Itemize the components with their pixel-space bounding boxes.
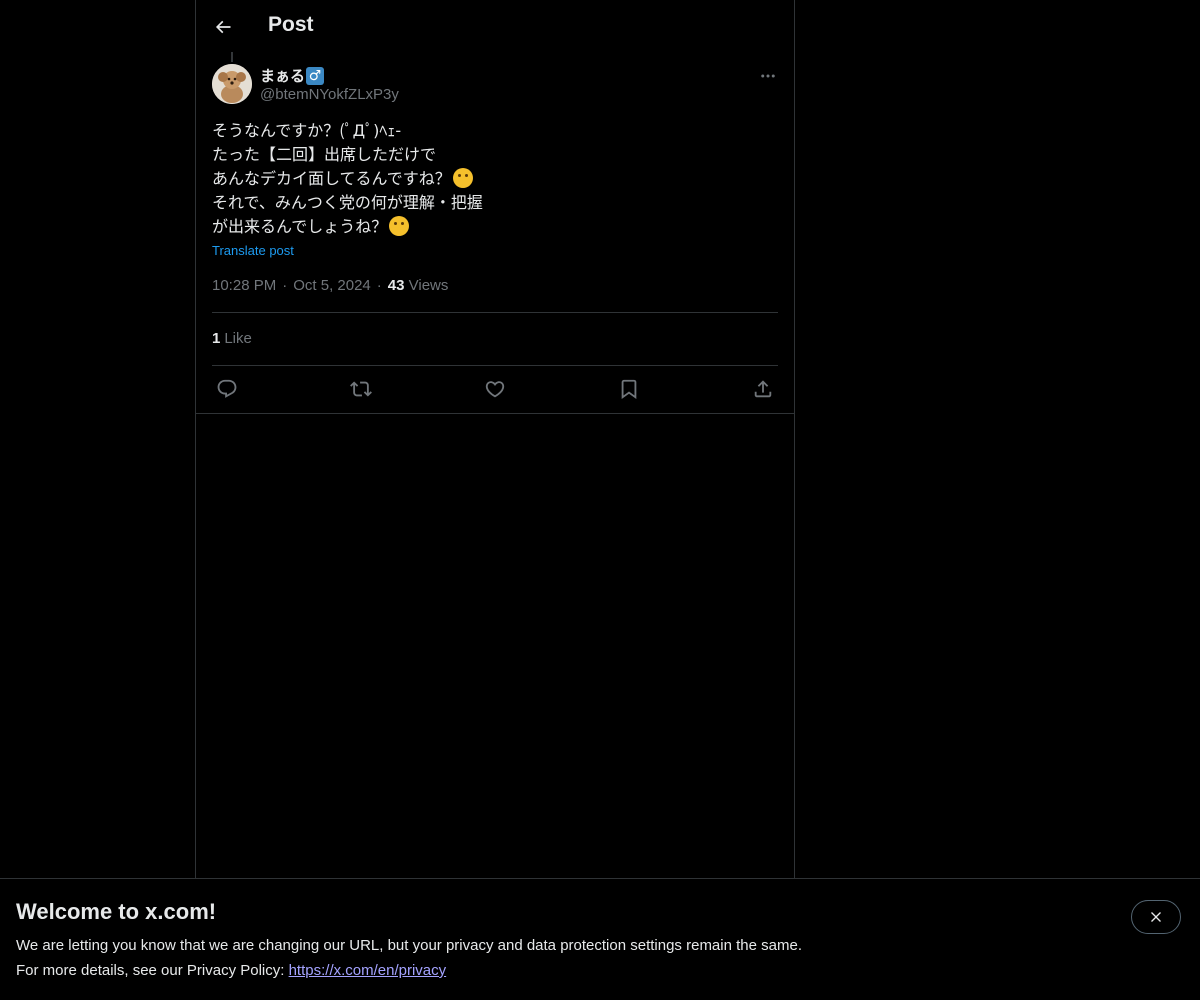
like-icon [485,381,505,398]
repost-icon [350,381,372,397]
thread-line [231,52,233,62]
post-line-3-text: あんなデカイ面してるんですね？ [212,169,451,188]
post-line-4: それで、みんつく党の何が理解・把握 [212,193,483,212]
banner-privacy-prefix: For more details, see our Privacy Policy… [16,962,289,979]
meta-separator: · [282,277,288,294]
post-line-1: そうなんですか？(ﾟДﾟ)ﾍｪ- [212,121,402,140]
likes-count-link[interactable]: 1 Like [212,330,252,347]
post-date[interactable]: Oct 5, 2024 [293,277,371,294]
close-icon [1151,912,1161,922]
post-time[interactable]: 10:28 PM [212,277,276,294]
views-count: 43 [387,277,405,294]
privacy-policy-link[interactable]: https://x.com/en/privacy [289,962,447,979]
main-column: Post まぁる ♂ @btemNYokfZLxP3y そうなんですか？(ﾟДﾟ… [195,0,795,878]
post-line-5: が出来るんでしょうね？ [212,215,772,239]
banner-title: Welcome to x.com! [16,899,217,924]
bookmark-icon [621,379,637,400]
repost-button[interactable] [348,376,374,402]
dog-avatar-icon [212,64,252,104]
post-body: そうなんですか？(ﾟДﾟ)ﾍｪ- たった【二回】出席しただけで あんなデカイ面し… [212,119,772,239]
bookmark-button[interactable] [616,376,642,402]
male-sign-badge: ♂ [306,66,325,85]
post-line-3: あんなデカイ面してるんですね？ [212,167,772,191]
author-handle[interactable]: @btemNYokfZLxP3y [260,86,399,103]
banner-message: We are letting you know that we are chan… [16,937,802,954]
close-banner-button[interactable] [1131,900,1181,934]
views-label: Views [408,277,449,294]
author-display-name[interactable]: まぁる ♂ [260,65,325,86]
meta-separator: · [376,277,382,294]
reply-button[interactable] [214,376,240,402]
page-title: Post [268,13,314,36]
more-options-button[interactable] [756,64,780,88]
back-button[interactable] [206,10,240,44]
hand-over-mouth-emoji-icon [452,168,473,188]
post-line-2: たった【二回】出席しただけで [212,145,437,164]
thinking-face-emoji-icon [389,216,410,236]
post-bottom-border [196,413,794,414]
likes-count: 1 [212,330,221,347]
post-meta: 10:28 PM · Oct 5, 2024 · 43 Views [212,277,448,294]
translate-post-link[interactable]: Translate post [212,243,294,258]
more-horizontal-icon [761,74,775,78]
likes-label: Like [224,330,252,347]
reply-icon [217,379,237,398]
like-button[interactable] [482,376,508,402]
author-name-text: まぁる [260,68,306,85]
arrow-left-icon [215,20,231,34]
divider [212,365,778,366]
share-icon [754,380,772,398]
banner-privacy-line: For more details, see our Privacy Policy… [16,962,446,979]
divider [212,312,778,313]
page-header: Post [196,0,794,53]
share-button[interactable] [750,376,776,402]
welcome-banner: Welcome to x.com! We are letting you kno… [0,878,1200,1000]
post-line-5-text: が出来るんでしょうね？ [212,217,388,236]
avatar[interactable] [212,64,252,104]
